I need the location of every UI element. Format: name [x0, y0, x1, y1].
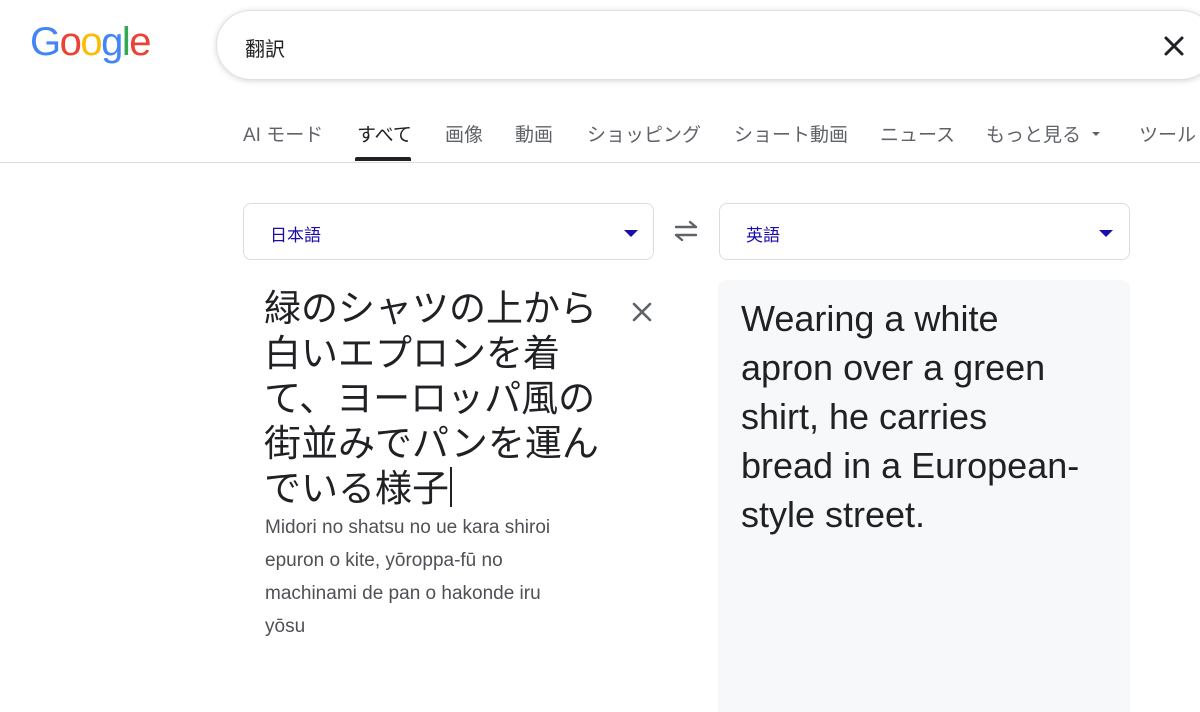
- clear-source-icon[interactable]: [626, 296, 658, 328]
- romanization-line: machinami de pan o hakonde iru: [265, 583, 541, 604]
- translation-line: apron over a green: [741, 347, 1046, 388]
- tab-tools[interactable]: ツール: [1139, 120, 1196, 147]
- source-text-line: 白いエプロンを着: [264, 333, 560, 374]
- swap-languages-icon[interactable]: [668, 216, 704, 246]
- source-language-select[interactable]: 日本語: [243, 203, 654, 260]
- romanization-line: yōsu: [265, 616, 306, 637]
- logo-letter-g: G: [30, 20, 61, 64]
- source-text-line-last: でいる様子: [264, 466, 624, 511]
- tab-images[interactable]: 画像: [445, 120, 483, 147]
- translation-output-panel: Wearing a white apron over a green shirt…: [718, 280, 1130, 712]
- logo-letter-o2: o: [80, 20, 102, 64]
- romanization: Midori no shatsu no ue kara shiroi epuro…: [265, 511, 625, 643]
- text-cursor: [450, 467, 452, 507]
- romanization-line: epuron o kite, yōroppa-fū no: [265, 550, 503, 571]
- tab-more-label: もっと見る: [986, 125, 1082, 146]
- active-tab-indicator: [355, 157, 411, 161]
- tab-videos[interactable]: 動画: [515, 120, 553, 147]
- source-text-line: て、ヨーロッパ風の: [264, 378, 596, 419]
- logo-letter-g2: g: [101, 20, 123, 64]
- romanization-line: Midori no shatsu no ue kara shiroi: [265, 517, 551, 538]
- translation-line: bread in a European-: [741, 445, 1080, 486]
- translation-line: style street.: [741, 494, 926, 535]
- tab-ai-mode[interactable]: AI モード: [243, 120, 323, 147]
- target-language-label: 英語: [746, 226, 780, 245]
- google-logo[interactable]: Google: [30, 20, 151, 65]
- search-tabs: AI モード すべて 画像 動画 ショッピング ショート動画 ニュース もっと見…: [0, 100, 1200, 162]
- target-language-select[interactable]: 英語: [719, 203, 1130, 260]
- tab-short-videos[interactable]: ショート動画: [734, 120, 848, 147]
- tab-news[interactable]: ニュース: [880, 120, 955, 147]
- dropdown-arrow-icon: [1099, 230, 1113, 237]
- tab-more[interactable]: もっと見る: [986, 120, 1102, 147]
- dropdown-arrow-icon: [624, 230, 638, 237]
- close-icon[interactable]: [1157, 29, 1191, 63]
- translation-line: Wearing a white: [741, 298, 999, 339]
- tab-shopping[interactable]: ショッピング: [587, 120, 701, 147]
- search-input[interactable]: 翻訳: [245, 33, 285, 62]
- translation-text: Wearing a white apron over a green shirt…: [741, 294, 1121, 539]
- logo-letter-e: e: [129, 20, 151, 64]
- source-language-label: 日本語: [270, 226, 321, 245]
- tabs-divider: [0, 162, 1200, 163]
- source-text-line: 街並みでパンを運ん: [264, 423, 599, 464]
- triangle-down-icon: [1092, 132, 1101, 136]
- search-box[interactable]: 翻訳: [216, 10, 1200, 80]
- source-text-line: でいる様子: [264, 468, 449, 509]
- source-text-input[interactable]: 緑のシャツの上から 白いエプロンを着 て、ヨーロッパ風の 街並みでパンを運ん で…: [264, 286, 624, 511]
- logo-letter-o1: o: [59, 20, 82, 64]
- tab-all[interactable]: すべて: [357, 120, 412, 147]
- translation-line: shirt, he carries: [741, 396, 988, 437]
- source-text-line: 緑のシャツの上から: [264, 288, 597, 329]
